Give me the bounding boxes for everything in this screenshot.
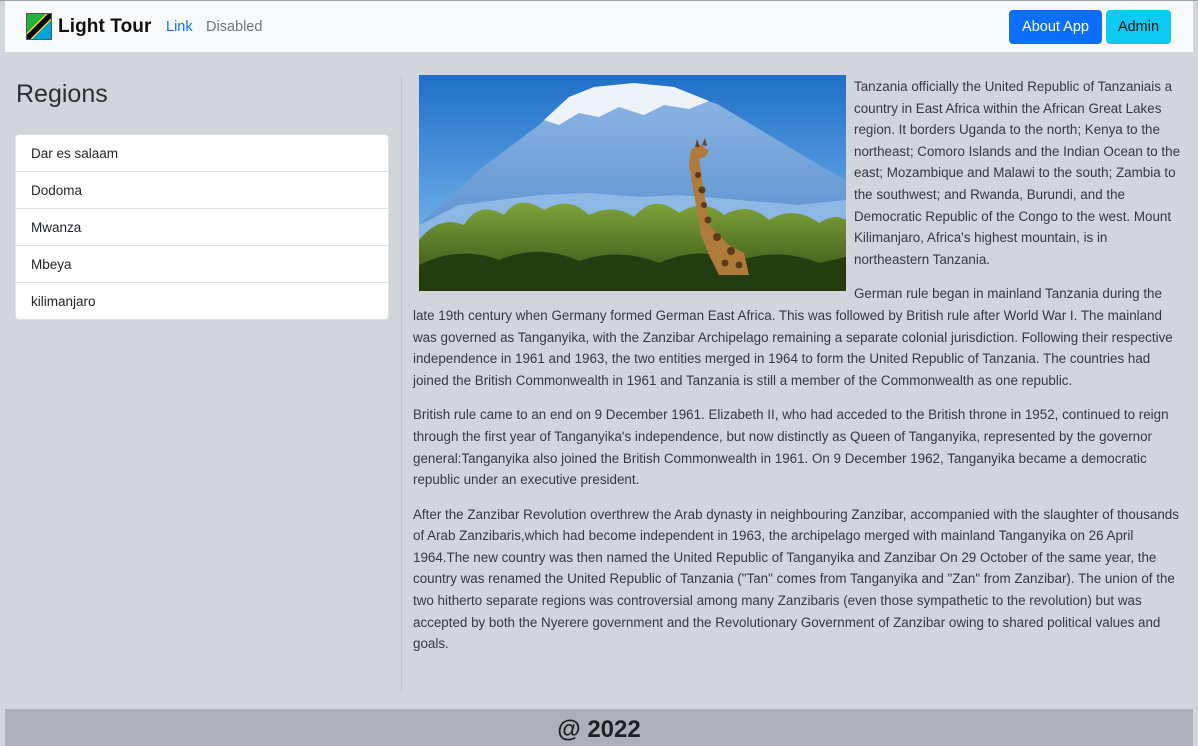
brand-name: Light Tour bbox=[58, 15, 152, 37]
main-content: Tanzania officially the United Republic … bbox=[413, 75, 1183, 668]
about-app-button[interactable]: About App bbox=[1009, 10, 1102, 44]
region-item-mwanza[interactable]: Mwanza bbox=[16, 209, 388, 246]
admin-button[interactable]: Admin bbox=[1106, 10, 1171, 44]
region-item-dar-es-salaam[interactable]: Dar es salaam bbox=[16, 135, 388, 172]
region-list: Dar es salaam Dodoma Mwanza Mbeya kilima… bbox=[15, 134, 389, 320]
nav-link-disabled: Disabled bbox=[206, 19, 263, 35]
brand-link[interactable]: Light Tour bbox=[26, 13, 152, 40]
nav-link[interactable]: Link bbox=[166, 19, 193, 35]
paragraph-german-rule: German rule began in mainland Tanzania d… bbox=[413, 286, 1173, 388]
region-item-dodoma[interactable]: Dodoma bbox=[16, 172, 388, 209]
footer: @ 2022 bbox=[5, 709, 1193, 746]
regions-heading: Regions bbox=[16, 80, 108, 108]
region-item-mbeya[interactable]: Mbeya bbox=[16, 246, 388, 283]
navbar: Light Tour Link Disabled About App Admin bbox=[5, 1, 1193, 52]
paragraph-zanzibar-revolution: After the Zanzibar Revolution overthrew … bbox=[413, 506, 1179, 652]
kilimanjaro-giraffe-photo bbox=[419, 75, 846, 291]
paragraph-british-rule: British rule came to an end on 9 Decembe… bbox=[413, 407, 1169, 488]
footer-copyright: @ 2022 bbox=[557, 715, 641, 743]
region-item-kilimanjaro[interactable]: kilimanjaro bbox=[16, 283, 388, 319]
column-divider bbox=[401, 75, 402, 693]
tanzania-flag-icon bbox=[26, 13, 52, 40]
